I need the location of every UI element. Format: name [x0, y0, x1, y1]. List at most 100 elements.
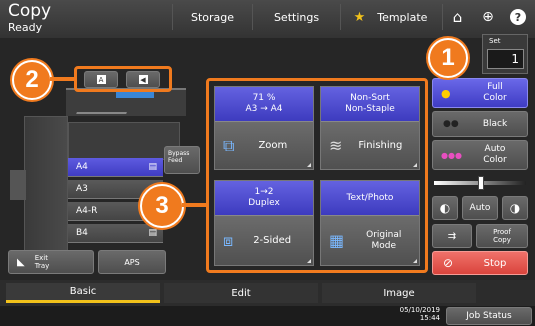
mode-label-area: ▦ Original Mode [321, 215, 419, 265]
paper-size-label: A4 [76, 162, 88, 172]
color-dots-icon: ● [441, 86, 451, 100]
bypass-feed-label: Bypass Feed [168, 150, 190, 164]
landscape-icon: ◀ [138, 75, 148, 84]
help-button[interactable]: ? [504, 4, 532, 30]
portrait-icon: A [96, 75, 106, 84]
callout-2-connector [50, 77, 76, 81]
exit-tray-label: Exit Tray [34, 254, 50, 270]
stop-icon: ⊘ [443, 256, 454, 270]
sets-value: 1 [487, 49, 524, 69]
auto-color-button[interactable]: ●●● Auto Color [432, 140, 528, 170]
finishing-value: Non-Sort Non-Staple [345, 93, 395, 114]
paper-tray-1[interactable]: A4 ▤ [68, 158, 163, 177]
exit-tray-button[interactable]: ◣ Exit Tray [8, 250, 94, 274]
footer-datetime: 05/10/2019 15:44 [394, 306, 440, 322]
density-slider[interactable] [434, 176, 526, 190]
zoom-button[interactable]: 71 % A3 → A4 ⧉ Zoom [214, 86, 314, 170]
interrupt-button[interactable]: ⇉ [432, 224, 472, 248]
tab-template[interactable]: ★ Template [340, 4, 440, 30]
app-title: Copy [8, 1, 52, 21]
aps-label: APS [124, 257, 140, 267]
tab-storage-label: Storage [190, 10, 235, 24]
language-button[interactable]: ⊕ [474, 4, 502, 30]
callout-2: 2 [12, 60, 52, 100]
black-dots-icon: ●● [443, 119, 459, 129]
finishing-value-area: Non-Sort Non-Staple [321, 87, 419, 121]
auto-color-dots-icon: ●●● [441, 150, 462, 160]
copy-screen: Copy Ready Storage Settings ★ Template ⌂… [0, 0, 535, 326]
output-tray [76, 104, 130, 114]
tray-list-icon: ▤ [148, 162, 157, 172]
auto-color-label: Auto Color [483, 144, 507, 165]
corner-indicator [413, 159, 417, 167]
paper-size-label: B4 [76, 228, 88, 238]
callout-3-connector [182, 203, 208, 207]
original-mode-label: Original Mode [366, 229, 402, 251]
tab-settings[interactable]: Settings [252, 4, 340, 30]
callout-2-number: 2 [25, 66, 39, 93]
aps-button[interactable]: APS [98, 250, 166, 274]
density-darker-button[interactable]: ◑ [502, 196, 528, 220]
tab-settings-label: Settings [273, 10, 320, 24]
proof-copy-button[interactable]: Proof Copy [476, 224, 528, 248]
star-icon: ★ [353, 9, 366, 25]
orientation-portrait-button[interactable]: A [84, 71, 118, 88]
job-status-button[interactable]: Job Status [446, 307, 532, 325]
finisher-tray [10, 170, 26, 200]
two-sided-label: 2-Sided [253, 235, 292, 246]
corner-indicator [307, 159, 311, 167]
density-auto-button[interactable]: Auto [462, 196, 498, 220]
paper-size-label: A4-R [76, 206, 98, 216]
globe-icon: ⊕ [482, 9, 494, 25]
status-text: Ready [8, 21, 43, 34]
half-circle-right-icon: ◑ [509, 201, 521, 215]
home-button[interactable]: ⌂ [442, 4, 472, 30]
interrupt-icon: ⇉ [447, 230, 457, 242]
stop-label: Stop [483, 257, 507, 269]
black-button[interactable]: ●● Black [432, 111, 528, 137]
zoom-value: 71 % [252, 93, 276, 103]
corner-indicator [307, 255, 311, 263]
tab-template-label: Template [377, 10, 428, 24]
tab-image-label: Image [383, 287, 415, 299]
full-color-label: Full Color [483, 82, 507, 103]
finisher-unit [24, 116, 68, 256]
density-auto-label: Auto [469, 203, 491, 213]
original-indicator [116, 92, 154, 98]
sets-label: Set [489, 37, 501, 45]
density-thumb[interactable] [478, 176, 484, 190]
original-mode-button[interactable]: Text/Photo ▦ Original Mode [320, 180, 420, 266]
zoom-icon: ⧉ [223, 135, 235, 155]
paper-tray-4[interactable]: B4 ▤ [68, 224, 163, 243]
footer-time: 15:44 [419, 314, 440, 322]
sets-counter[interactable]: Set 1 [482, 34, 528, 74]
footer-date: 05/10/2019 [399, 306, 440, 314]
bypass-feed-button[interactable]: Bypass Feed [164, 146, 200, 174]
density-lighter-button[interactable]: ◐ [432, 196, 458, 220]
two-sided-button[interactable]: 1→2 Duplex ⧈ 2-Sided [214, 180, 314, 266]
tab-edit[interactable]: Edit [164, 283, 318, 303]
orientation-landscape-button[interactable]: ◀ [126, 71, 160, 88]
zoom-label-area: ⧉ Zoom [215, 121, 313, 169]
full-color-button[interactable]: ● Full Color [432, 78, 528, 108]
callout-1-number: 1 [441, 44, 455, 71]
tab-basic[interactable]: Basic [6, 283, 160, 303]
corner-indicator [413, 255, 417, 263]
original-mode-icon: ▦ [329, 231, 345, 250]
finishing-button[interactable]: Non-Sort Non-Staple ≋ Finishing [320, 86, 420, 170]
callout-1: 1 [428, 38, 468, 78]
duplex-label-area: ⧈ 2-Sided [215, 215, 313, 265]
duplex-value-area: 1→2 Duplex [215, 181, 313, 215]
stop-button[interactable]: ⊘ Stop [432, 251, 528, 275]
tab-image[interactable]: Image [322, 283, 476, 303]
callout-3-number: 3 [155, 192, 169, 219]
two-sided-icon: ⧈ [223, 230, 234, 250]
tab-basic-label: Basic [69, 286, 97, 297]
finishing-label: Finishing [358, 140, 403, 151]
tab-storage[interactable]: Storage [172, 4, 252, 30]
tab-edit-label: Edit [231, 287, 251, 299]
home-icon: ⌂ [452, 8, 463, 26]
job-status-label: Job Status [466, 311, 512, 321]
help-icon: ? [510, 9, 526, 25]
tray-list-icon: ▤ [148, 228, 157, 238]
